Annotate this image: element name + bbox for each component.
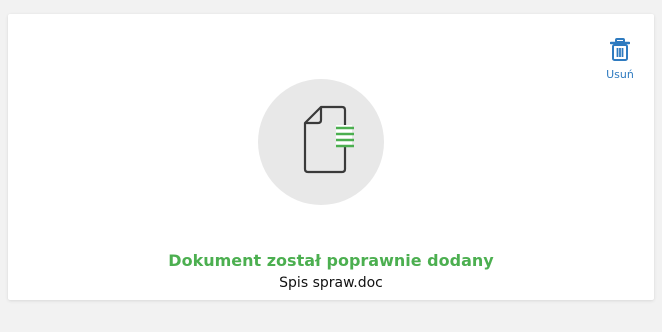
success-message: Dokument został poprawnie dodany [168,251,494,270]
upload-card: Usuń Dokument został poprawnie dodany Sp… [8,14,654,300]
document-icon-container [258,79,384,205]
document-icon [303,105,354,174]
trash-icon[interactable] [610,38,630,62]
file-name: Spis spraw.doc [279,275,383,291]
delete-button[interactable]: Usuń [598,38,642,94]
delete-label[interactable]: Usuń [606,68,634,81]
